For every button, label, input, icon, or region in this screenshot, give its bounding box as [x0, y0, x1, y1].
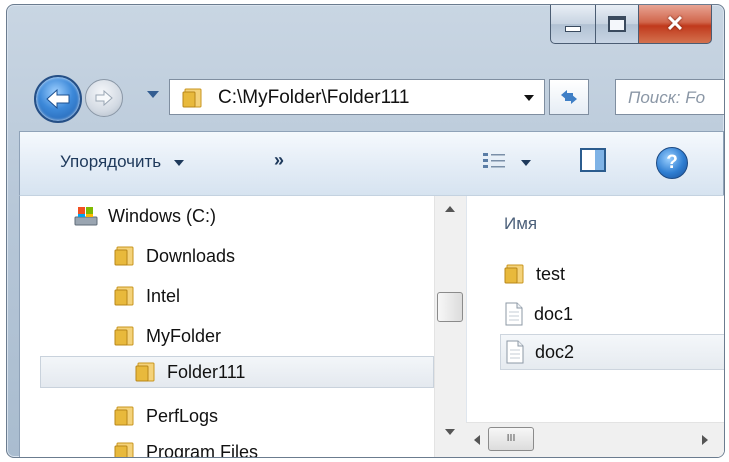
folder-icon — [504, 263, 526, 285]
command-bar: Упорядочить » ? — [19, 131, 724, 196]
folder-icon — [114, 441, 136, 457]
close-icon: ✕ — [665, 11, 685, 36]
minimize-icon — [565, 26, 581, 32]
tree-item-windows-c[interactable]: Windows (C:) — [74, 200, 216, 232]
tree-item-downloads[interactable]: Downloads — [114, 240, 235, 272]
content-area: Windows (C:) Downloads Intel MyFolder Fo… — [19, 195, 724, 457]
folder-icon — [114, 245, 136, 267]
folder-icon — [114, 325, 136, 347]
view-details-icon — [483, 153, 505, 168]
file-item-label: doc2 — [535, 341, 575, 362]
folder-icon — [114, 405, 136, 427]
file-item-label: test — [536, 263, 566, 284]
folder-icon — [114, 285, 136, 307]
back-button[interactable] — [34, 75, 82, 123]
refresh-button[interactable] — [549, 79, 589, 115]
search-placeholder: Поиск: Fo — [628, 88, 706, 107]
tree-item-label: Windows (C:) — [108, 205, 217, 226]
preview-pane-button[interactable] — [580, 148, 606, 172]
file-item-doc1[interactable]: doc1 — [504, 296, 573, 332]
search-box[interactable]: Поиск: Fo — [615, 79, 724, 115]
maximize-button[interactable] — [596, 5, 639, 44]
document-icon — [505, 340, 525, 364]
navigation-row: C:\MyFolder\Folder111 Поиск: Fo — [7, 71, 724, 127]
tree-item-label: Downloads — [146, 245, 236, 266]
chevron-down-icon — [521, 160, 531, 166]
tree-item-label: Folder111 — [167, 361, 246, 382]
forward-button[interactable] — [85, 79, 123, 117]
recent-pages-dropdown[interactable] — [147, 91, 159, 98]
back-arrow-icon — [46, 88, 70, 110]
nav-vertical-scrollbar[interactable] — [434, 196, 467, 457]
more-commands-button[interactable]: » — [274, 150, 284, 171]
tree-item-perflogs[interactable]: PerfLogs — [114, 400, 218, 432]
file-item-test[interactable]: test — [504, 256, 565, 292]
tree-item-myfolder[interactable]: MyFolder — [114, 320, 221, 352]
drive-icon — [74, 207, 98, 226]
forward-arrow-icon — [95, 89, 113, 107]
explorer-window: ✕ C:\MyFolder\Folder111 Поиск: Fo Упоряд… — [6, 4, 725, 458]
folder-icon — [135, 361, 157, 383]
folder-icon — [182, 87, 204, 109]
address-path: C:\MyFolder\Folder111 — [218, 87, 410, 108]
tree-item-intel[interactable]: Intel — [114, 280, 180, 312]
scroll-up-icon[interactable] — [445, 206, 455, 212]
tree-item-label: Intel — [146, 285, 181, 306]
file-list-pane: Имя test doc1 doc2 III — [466, 196, 724, 457]
pane-splitter[interactable] — [466, 196, 495, 457]
tree-item-label: PerfLogs — [146, 405, 219, 426]
address-dropdown-icon[interactable] — [524, 95, 534, 101]
caption-buttons: ✕ — [550, 5, 712, 44]
document-icon — [504, 302, 524, 326]
chevron-down-icon — [173, 159, 184, 166]
scroll-thumb[interactable] — [437, 292, 463, 322]
tree-item-program-files[interactable]: Program Files — [114, 436, 258, 457]
more-label: » — [274, 150, 285, 170]
organize-button[interactable]: Упорядочить — [60, 152, 184, 172]
navigation-pane: Windows (C:) Downloads Intel MyFolder Fo… — [20, 196, 434, 457]
file-horizontal-scrollbar[interactable]: III — [466, 422, 724, 457]
change-view-button[interactable] — [481, 150, 541, 176]
file-item-label: doc1 — [534, 303, 574, 324]
scroll-left-icon[interactable] — [474, 435, 480, 445]
scroll-thumb[interactable]: III — [488, 427, 534, 451]
help-icon: ? — [666, 152, 678, 173]
tree-item-folder111[interactable]: Folder111 — [40, 356, 434, 388]
file-item-doc2[interactable]: doc2 — [500, 334, 724, 370]
scroll-right-icon[interactable] — [702, 435, 708, 445]
maximize-icon — [608, 16, 626, 32]
column-header-name[interactable]: Имя — [504, 214, 537, 234]
refresh-icon — [561, 90, 577, 104]
organize-label: Упорядочить — [60, 152, 162, 171]
tree-item-label: Program Files — [146, 441, 259, 458]
minimize-button[interactable] — [550, 5, 596, 44]
title-bar: ✕ — [7, 5, 724, 65]
help-button[interactable]: ? — [656, 147, 688, 179]
tree-item-label: MyFolder — [146, 325, 222, 346]
address-bar[interactable]: C:\MyFolder\Folder111 — [169, 79, 545, 115]
close-button[interactable]: ✕ — [639, 5, 712, 44]
scroll-down-icon[interactable] — [445, 429, 455, 435]
